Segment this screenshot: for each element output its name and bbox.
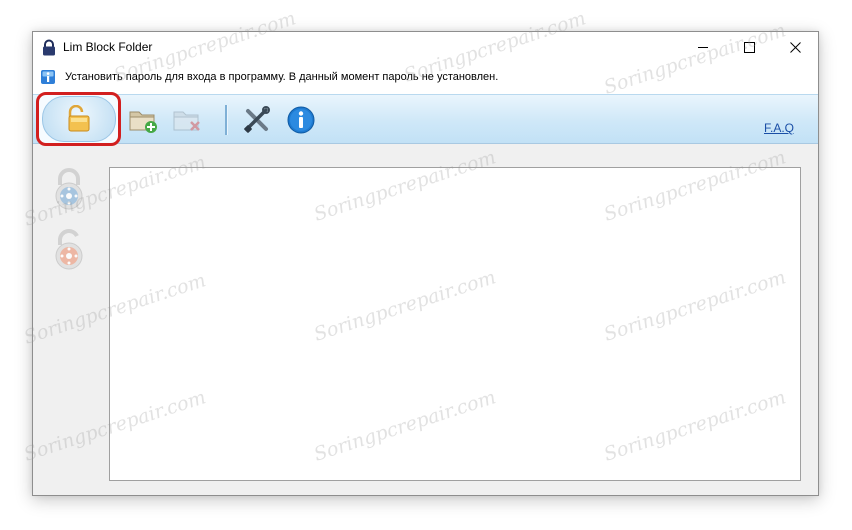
unlock-orange-icon [55, 229, 83, 270]
folder-remove-icon [173, 111, 200, 131]
maximize-button[interactable] [726, 32, 772, 62]
unlock-folder-button[interactable] [52, 227, 86, 271]
folder-list[interactable] [109, 167, 801, 481]
settings-button[interactable] [241, 104, 273, 136]
info-bar: Установить пароль для входа в программу.… [33, 62, 818, 94]
minimize-button[interactable] [680, 32, 726, 62]
title-bar[interactable]: Lim Block Folder [33, 32, 818, 62]
padlock-icon [43, 39, 55, 56]
minimize-icon [697, 46, 708, 48]
lock-blue-icon [55, 168, 83, 210]
folder-add-icon [129, 111, 157, 133]
lock-folder-button[interactable] [52, 167, 86, 211]
toolbar: F.A.Q [33, 92, 818, 146]
about-button[interactable] [285, 104, 317, 136]
faq-link[interactable]: F.A.Q [764, 121, 794, 135]
remove-folder-button[interactable] [171, 104, 203, 136]
app-window: Lim Block Folder Установить пароль для в… [32, 31, 819, 496]
window-title: Lim Block Folder [63, 40, 153, 54]
set-password-button[interactable] [36, 92, 121, 146]
toolbar-separator [225, 105, 228, 135]
info-message: Установить пароль для входа в программу.… [65, 71, 499, 83]
close-button[interactable] [772, 32, 818, 62]
info-small-icon [41, 70, 55, 84]
info-icon [287, 106, 315, 134]
close-icon [789, 41, 801, 53]
add-folder-button[interactable] [127, 104, 159, 136]
open-padlock-icon [68, 105, 89, 132]
maximize-icon [743, 41, 755, 53]
tools-icon [244, 106, 270, 133]
